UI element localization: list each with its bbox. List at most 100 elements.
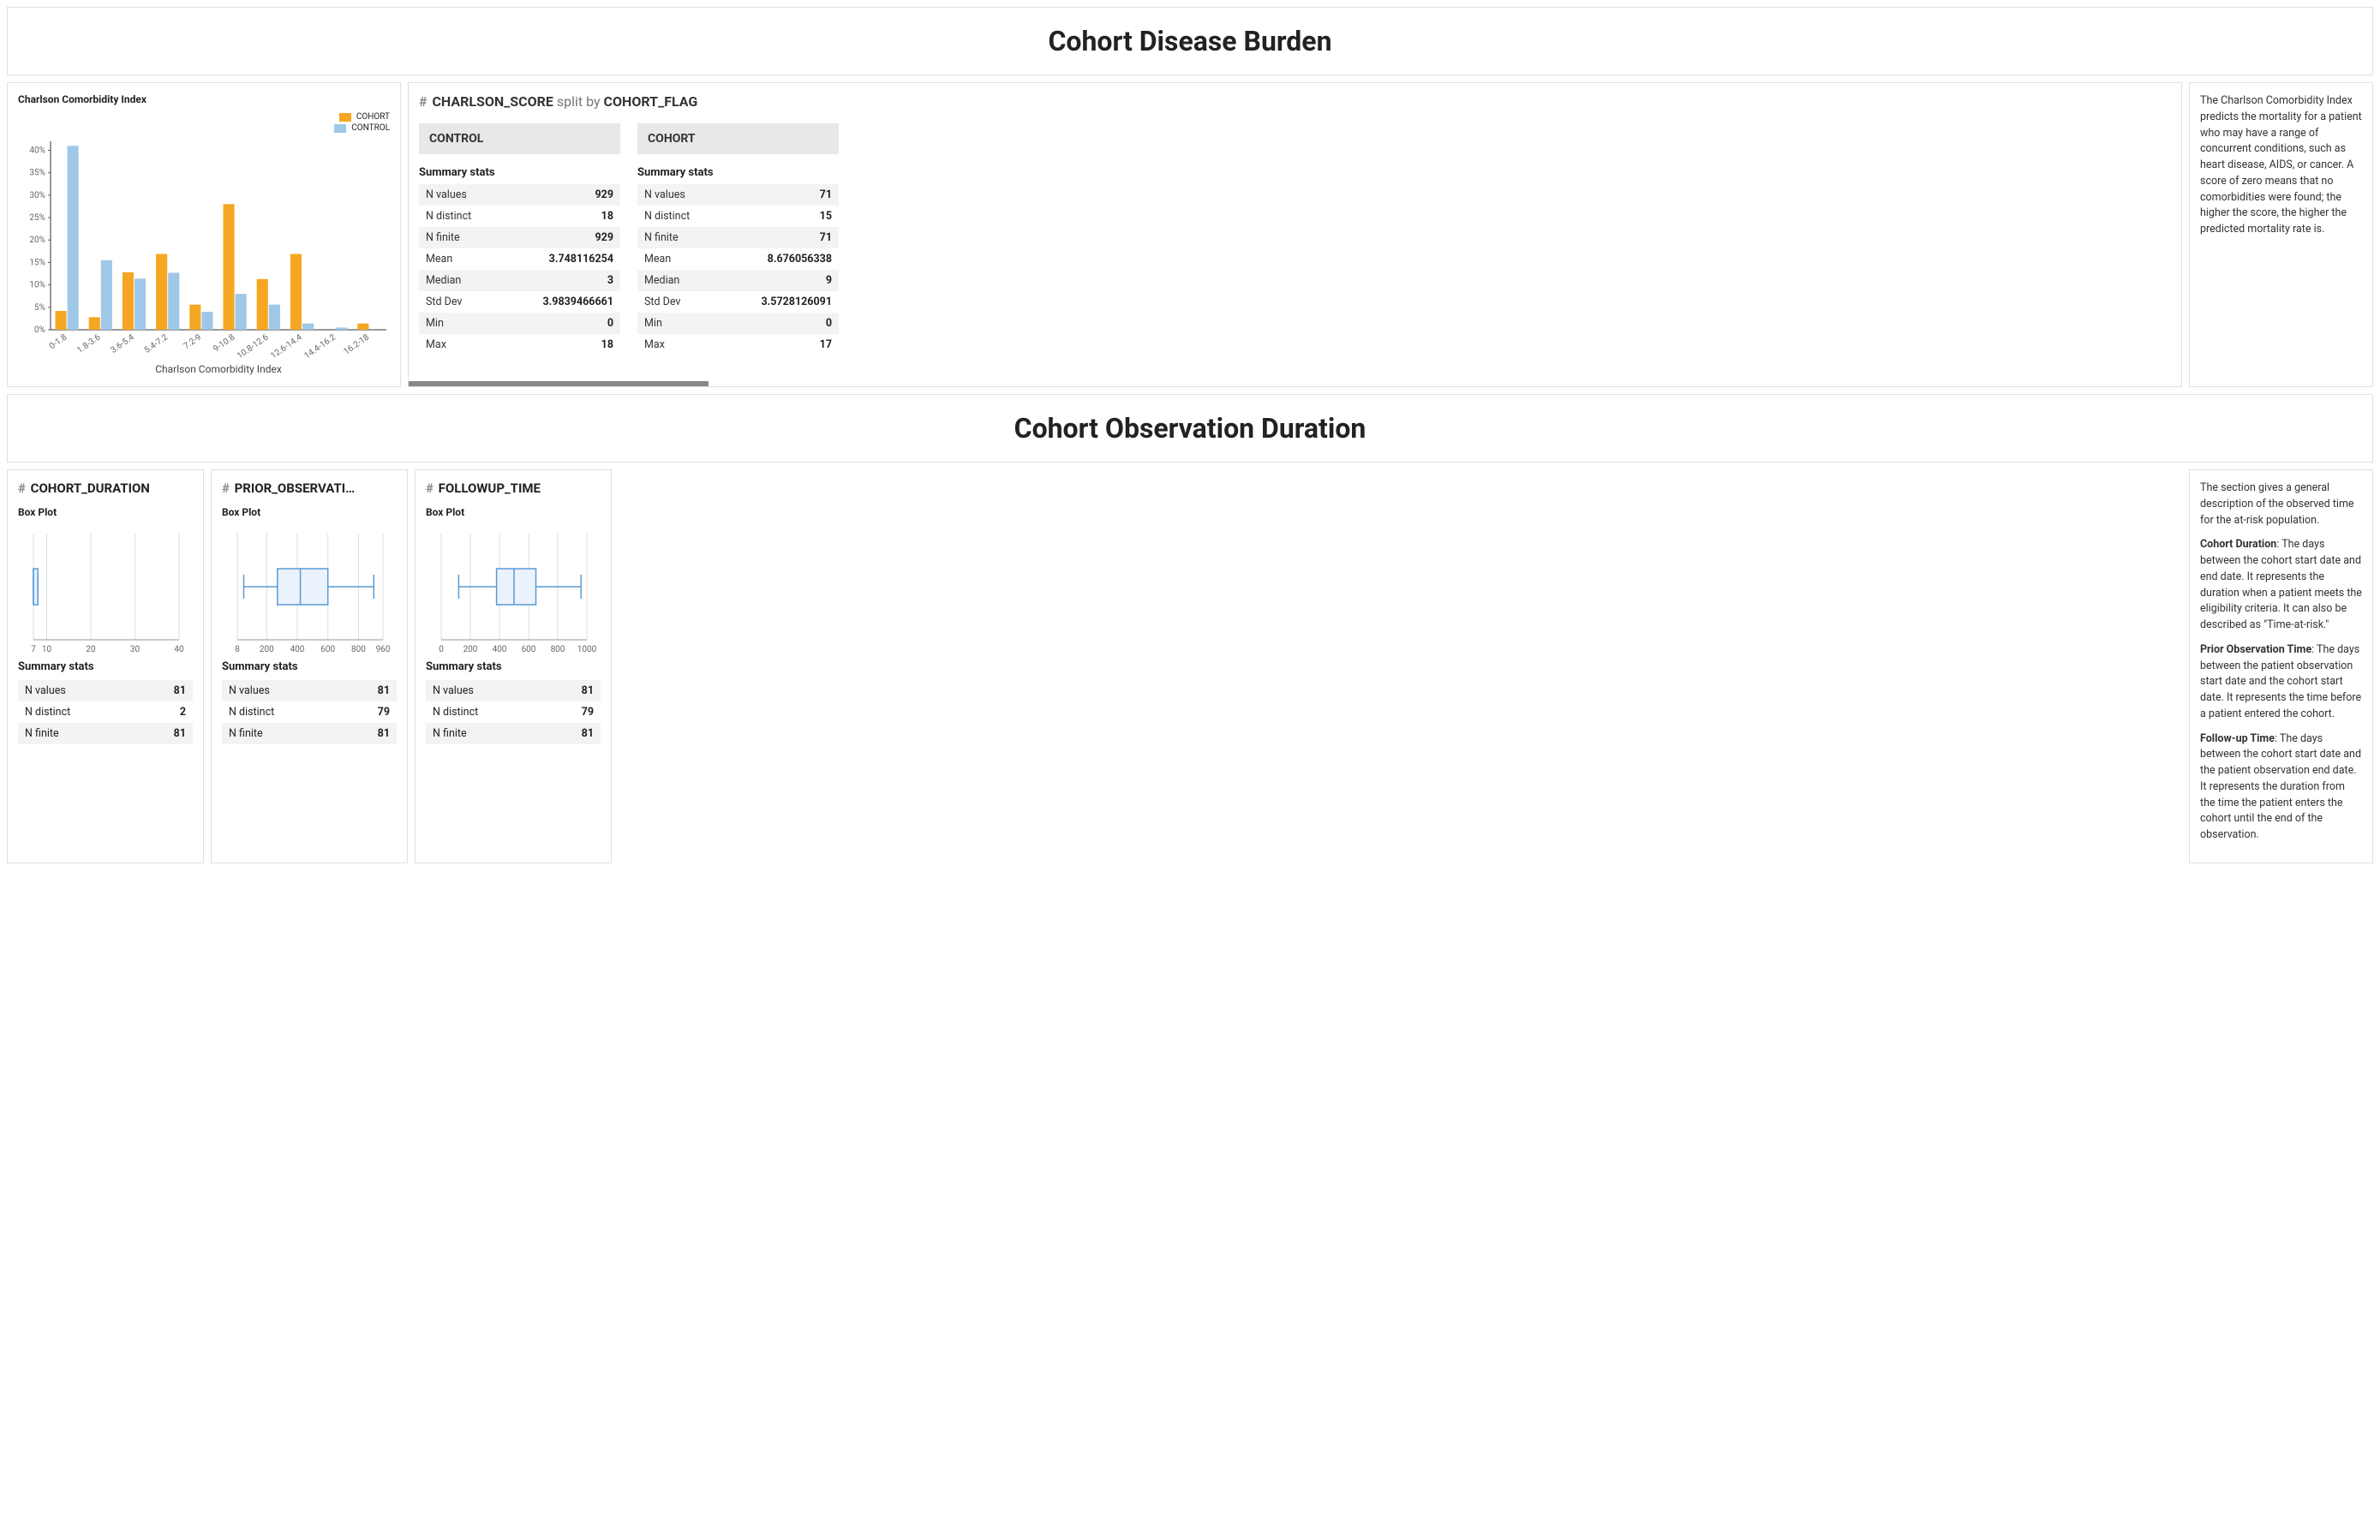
table-row: N finite71 xyxy=(637,227,839,248)
svg-text:800: 800 xyxy=(551,645,565,654)
charlson-bar-chart: 0%5%10%15%20%25%30%35%40%0-1.81.8-3.63.6… xyxy=(18,136,395,376)
svg-text:200: 200 xyxy=(463,645,478,654)
summary-label: Summary stats xyxy=(222,660,397,673)
summary-label: Summary stats xyxy=(637,166,839,179)
svg-text:12.6-14.4: 12.6-14.4 xyxy=(269,332,304,361)
legend-item-control: CONTROL xyxy=(334,123,390,133)
svg-text:5%: 5% xyxy=(34,303,45,313)
svg-text:8: 8 xyxy=(235,645,240,654)
box-stats-table: N values81N distinct2N finite81 xyxy=(18,680,193,744)
stats-columns: CONTROL Summary stats N values929 N disti… xyxy=(419,123,2171,355)
stats-header: # CHARLSON_SCORE split by COHORT_FLAG xyxy=(419,93,2171,110)
svg-text:0: 0 xyxy=(439,645,444,654)
boxplot-svg: 8200400600800960 xyxy=(222,523,393,660)
boxplot-svg: 710203040 xyxy=(18,523,189,660)
table-row: Mean8.676056338 xyxy=(637,248,839,270)
svg-text:10.8-12.6: 10.8-12.6 xyxy=(236,332,271,361)
svg-text:0-1.8: 0-1.8 xyxy=(48,332,69,351)
duration-desc-card: The section gives a general description … xyxy=(2189,469,2373,863)
section-title: Cohort Observation Duration xyxy=(25,412,2355,445)
table-row: Mean3.748116254 xyxy=(419,248,620,270)
box-stats-table: N values81N distinct79N finite81 xyxy=(426,680,601,744)
table-row: N distinct15 xyxy=(637,206,839,227)
svg-text:16.2-18: 16.2-18 xyxy=(342,332,371,356)
boxplot-svg: 02004006008001000 xyxy=(426,523,597,660)
summary-label: Summary stats xyxy=(18,660,193,673)
svg-text:1000: 1000 xyxy=(577,645,597,654)
duration-cohort-desc: Cohort Duration: The days between the co… xyxy=(2200,537,2362,634)
table-row: N values81 xyxy=(222,680,397,701)
svg-text:Charlson Comorbidity Index: Charlson Comorbidity Index xyxy=(155,363,282,375)
svg-text:35%: 35% xyxy=(29,169,45,178)
svg-text:30%: 30% xyxy=(29,191,45,200)
table-row: Min0 xyxy=(419,313,620,334)
svg-text:14.4-16.2: 14.4-16.2 xyxy=(302,332,338,361)
observation-duration-row: # COHORT_DURATIONBox Plot710203040Summar… xyxy=(7,469,2373,863)
table-row: Max18 xyxy=(419,334,620,355)
table-row: Median9 xyxy=(637,270,839,291)
section-header-observation-duration: Cohort Observation Duration xyxy=(7,394,2373,463)
chart-legend: COHORT CONTROL xyxy=(18,112,390,133)
svg-text:20: 20 xyxy=(86,645,96,654)
svg-text:960: 960 xyxy=(376,645,391,654)
svg-text:7.2-9: 7.2-9 xyxy=(182,332,204,351)
duration-prior-desc: Prior Observation Time: The days between… xyxy=(2200,642,2362,723)
table-row: N distinct79 xyxy=(222,701,397,723)
table-row: N values81 xyxy=(426,680,601,701)
duration-intro: The section gives a general description … xyxy=(2200,481,2362,528)
table-row: Std Dev3.5728126091 xyxy=(637,291,839,313)
cohort-stats-table: N values71N distinct15N finite71Mean8.67… xyxy=(637,184,839,355)
stats-col-cohort: COHORT Summary stats N values71N distinc… xyxy=(637,123,839,355)
charlson-desc-card: The Charlson Comorbidity Index predicts … xyxy=(2189,82,2373,387)
stats-col-control: CONTROL Summary stats N values929N disti… xyxy=(419,123,620,355)
svg-text:1.8-3.6: 1.8-3.6 xyxy=(75,332,103,355)
boxplot-card: # PRIOR_OBSERVATI…Box Plot82004006008009… xyxy=(211,469,408,863)
table-row: N finite81 xyxy=(426,723,601,744)
summary-label: Summary stats xyxy=(426,660,601,673)
by-var: COHORT_FLAG xyxy=(604,93,698,110)
svg-text:0%: 0% xyxy=(34,325,45,335)
table-row: Min0 xyxy=(637,313,839,334)
charlson-desc-text: The Charlson Comorbidity Index predicts … xyxy=(2200,93,2362,238)
table-row: N distinct79 xyxy=(426,701,601,723)
spacer xyxy=(1098,469,2183,863)
hash-icon: # xyxy=(419,93,427,110)
svg-text:600: 600 xyxy=(320,645,335,654)
svg-text:800: 800 xyxy=(351,645,366,654)
boxplot-container: # COHORT_DURATIONBox Plot710203040Summar… xyxy=(7,469,1091,863)
disease-burden-row: Charlson Comorbidity Index COHORT CONTRO… xyxy=(7,82,2373,387)
boxplot-subtitle: Box Plot xyxy=(426,506,601,518)
chart-title: Charlson Comorbidity Index xyxy=(18,93,390,105)
duration-followup-desc: Follow-up Time: The days between the coh… xyxy=(2200,731,2362,844)
section-title: Cohort Disease Burden xyxy=(25,25,2355,57)
group-name: CONTROL xyxy=(419,123,620,154)
section-header-disease-burden: Cohort Disease Burden xyxy=(7,7,2373,75)
boxplot-subtitle: Box Plot xyxy=(222,506,397,518)
summary-label: Summary stats xyxy=(419,166,620,179)
svg-text:20%: 20% xyxy=(29,236,45,245)
legend-swatch-control xyxy=(334,124,346,133)
legend-label: COHORT xyxy=(356,112,390,122)
boxplot-title: # PRIOR_OBSERVATI… xyxy=(222,481,397,496)
boxplot-card: # COHORT_DURATIONBox Plot710203040Summar… xyxy=(7,469,204,863)
table-row: N finite81 xyxy=(18,723,193,744)
var-name: CHARLSON_SCORE xyxy=(432,93,553,110)
table-row: Std Dev3.9839466661 xyxy=(419,291,620,313)
svg-text:5.4-7.2: 5.4-7.2 xyxy=(143,332,170,355)
table-row: N distinct2 xyxy=(18,701,193,723)
svg-text:9-10.8: 9-10.8 xyxy=(212,332,236,354)
charlson-chart-card: Charlson Comorbidity Index COHORT CONTRO… xyxy=(7,82,401,387)
box-stats-table: N values81N distinct79N finite81 xyxy=(222,680,397,744)
legend-item-cohort: COHORT xyxy=(339,112,390,122)
svg-text:40%: 40% xyxy=(29,146,45,155)
svg-text:400: 400 xyxy=(290,645,305,654)
table-row: N finite929 xyxy=(419,227,620,248)
horizontal-scrollbar[interactable] xyxy=(409,381,709,386)
table-row: N values71 xyxy=(637,184,839,206)
table-row: Max17 xyxy=(637,334,839,355)
svg-text:400: 400 xyxy=(493,645,507,654)
group-name: COHORT xyxy=(637,123,839,154)
svg-text:40: 40 xyxy=(174,645,184,654)
boxplot-title: # FOLLOWUP_TIME xyxy=(426,481,601,496)
table-row: N values929 xyxy=(419,184,620,206)
